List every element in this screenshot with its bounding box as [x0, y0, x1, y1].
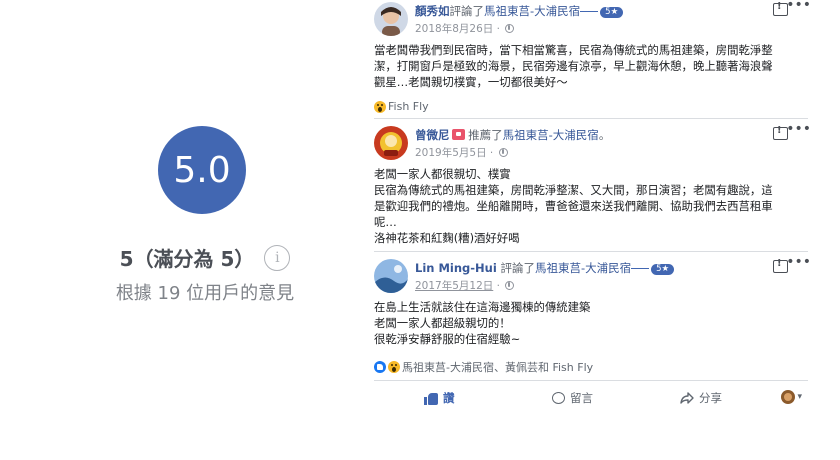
- globe-icon: [505, 281, 515, 290]
- reviewer-line: Lin Ming-Hui 評論了馬祖東莒-大浦民宿 5★: [415, 260, 675, 276]
- divider-dash: [631, 268, 650, 269]
- review-date-line: 2019年5月5日 ·: [415, 145, 508, 160]
- review-text-line: 洛神花茶和紅麴(糟)酒好好喝: [374, 231, 520, 245]
- reviewer-line: 曾微尼 推薦了馬祖東莒-大浦民宿。: [415, 127, 610, 143]
- divider: [374, 251, 808, 252]
- rating-score-badge: 5.0: [158, 126, 246, 214]
- reaction-names: Fish Fly: [388, 100, 429, 113]
- divider: [374, 380, 808, 381]
- review-date[interactable]: 2017年5月12日: [415, 280, 493, 292]
- rating-summary: 5.0 5（滿分為 5） i 根據 19 位用戶的意見: [80, 126, 330, 316]
- reaction-summary[interactable]: Fish Fly: [374, 100, 429, 113]
- chevron-down-icon: ▾: [797, 392, 802, 402]
- star-rating-badge: 5★: [651, 264, 675, 275]
- review-text-line: 民宿為傳統式的馬祖建築，房間乾淨整潔、又大間，那日演習；老闆有趣說，這: [374, 183, 773, 197]
- comment-icon: [552, 392, 565, 404]
- review-text-line: 很乾淨安靜舒服的住宿經驗~: [374, 332, 521, 346]
- review-text: 在島上生活就該住在這海邊獨棟的傳統建築 老闆一家人都超級親切的！ 很乾淨安靜舒服…: [374, 299, 814, 347]
- divider-dash: [580, 11, 599, 12]
- review-header: Lin Ming-Hui 評論了馬祖東莒-大浦民宿 5★ 2017年5月12日 ·…: [374, 254, 814, 299]
- divider: [374, 118, 808, 119]
- globe-icon: [498, 148, 508, 157]
- recommend-icon: [451, 129, 465, 140]
- info-icon[interactable]: i: [264, 244, 291, 271]
- share-icon: [680, 392, 694, 404]
- like-label: 讚: [443, 391, 455, 405]
- comment-label: 留言: [570, 391, 593, 405]
- review-text: 當老闆帶我們到民宿時，當下相當驚喜，民宿為傳統式的馬祖建築，房間乾淨整 潔，打開…: [374, 42, 814, 90]
- review-item: 顏秀如評論了馬祖東莒-大浦民宿 5★ 2018年8月26日 · ••• 當老闆帶我…: [374, 0, 814, 90]
- review-date[interactable]: 2019年5月5日: [415, 147, 487, 159]
- review-text-line: 觀星…老闆親切樸實，一切都很美好～: [374, 75, 568, 89]
- star-rating-badge: 5★: [600, 7, 624, 18]
- more-options-icon[interactable]: •••: [786, 0, 811, 13]
- review-text-line: 當老闆帶我們到民宿時，當下相當驚喜，民宿為傳統式的馬祖建築，房間乾淨整: [374, 43, 773, 57]
- globe-icon: [505, 24, 515, 33]
- review-text-line: 潔，打開窗戶是極致的海景，民宿旁邊有涼亭，早上觀海休憩，晚上聽著海浪聲: [374, 59, 773, 73]
- review-action: 評論了: [500, 261, 535, 275]
- avatar[interactable]: [374, 259, 408, 293]
- reviewer-name[interactable]: 曾微尼: [415, 128, 450, 142]
- rating-summary-text: 5（滿分為 5）: [119, 247, 255, 271]
- page-link[interactable]: 馬祖東莒-大浦民宿: [503, 128, 599, 142]
- reviewer-name[interactable]: Lin Ming-Hui: [415, 261, 497, 275]
- avatar[interactable]: [374, 126, 408, 160]
- review-date[interactable]: 2018年8月26日: [415, 23, 493, 35]
- more-options-icon[interactable]: •••: [786, 254, 811, 270]
- rating-based-on: 根據 19 位用戶的意見: [115, 283, 295, 304]
- page-link[interactable]: 馬祖東莒-大浦民宿: [535, 261, 631, 275]
- review-action: 評論了: [449, 4, 485, 18]
- avatar[interactable]: [374, 2, 408, 36]
- review-action: 推薦了: [468, 128, 503, 142]
- reaction-names: 馬祖東莒-大浦民宿、黃佩芸和 Fish Fly: [402, 361, 594, 374]
- review-text-line: 是歡迎我們的禮炮。坐船離開時，曹爸爸還來送我們離開、協助我們去西莒租車: [374, 199, 773, 213]
- rating-summary-line: 5（滿分為 5） i: [80, 243, 330, 272]
- review-text-line: 呢…: [374, 215, 397, 229]
- share-button[interactable]: 分享: [680, 390, 722, 406]
- review-date-line: 2017年5月12日 ·: [415, 278, 515, 293]
- review-text: 老闆一家人都很親切、樸實 民宿為傳統式的馬祖建築，房間乾淨整潔、又大間，那日演習…: [374, 166, 814, 246]
- reviewer-name[interactable]: 顏秀如: [415, 4, 450, 18]
- share-label: 分享: [699, 391, 722, 405]
- reaction-summary[interactable]: 馬祖東莒-大浦民宿、黃佩芸和 Fish Fly: [374, 359, 593, 375]
- like-button[interactable]: 讚: [424, 390, 455, 406]
- action-bar: 讚 留言 分享 ▾: [374, 390, 808, 408]
- review-text-line: 老闆一家人都超級親切的！: [374, 316, 511, 330]
- review-header: 曾微尼 推薦了馬祖東莒-大浦民宿。 2019年5月5日 · •••: [374, 121, 814, 166]
- reviewer-line: 顏秀如評論了馬祖東莒-大浦民宿 5★: [415, 3, 624, 19]
- more-options-icon[interactable]: •••: [786, 121, 811, 137]
- wow-reaction-icon: [374, 100, 386, 113]
- wow-reaction-icon: [388, 361, 400, 373]
- audience-selector[interactable]: ▾: [781, 390, 802, 404]
- review-item: Lin Ming-Hui 評論了馬祖東莒-大浦民宿 5★ 2017年5月12日 ·…: [374, 254, 814, 347]
- thumbs-up-icon: [424, 392, 438, 405]
- review-header: 顏秀如評論了馬祖東莒-大浦民宿 5★ 2018年8月26日 · •••: [374, 0, 814, 42]
- comment-button[interactable]: 留言: [552, 390, 593, 406]
- review-item: 曾微尼 推薦了馬祖東莒-大浦民宿。 2019年5月5日 · ••• 老闆一家人都…: [374, 121, 814, 246]
- review-text-line: 老闆一家人都很親切、樸實: [374, 167, 511, 181]
- review-text-line: 在島上生活就該住在這海邊獨棟的傳統建築: [374, 300, 591, 314]
- review-date-line: 2018年8月26日 ·: [415, 21, 515, 36]
- profile-avatar-icon: [781, 390, 796, 404]
- page-suffix: 。: [598, 128, 611, 142]
- page-link[interactable]: 馬祖東莒-大浦民宿: [484, 4, 580, 18]
- like-reaction-icon: [374, 361, 386, 373]
